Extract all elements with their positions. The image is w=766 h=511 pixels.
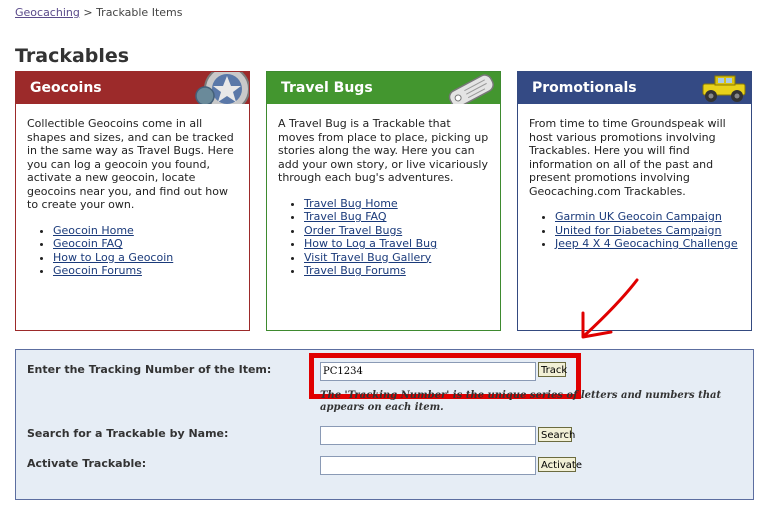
travel-bug-forums-link[interactable]: Travel Bug Forums [304, 264, 406, 277]
list-item: Travel Bug FAQ [304, 210, 489, 224]
list-item: How to Log a Travel Bug [304, 237, 489, 251]
geocoins-links: Geocoin Home Geocoin FAQ How to Log a Ge… [27, 224, 238, 278]
list-item: Visit Travel Bug Gallery [304, 251, 489, 265]
search-button[interactable]: Search [538, 427, 575, 442]
search-trackable-input[interactable] [320, 426, 536, 445]
list-item: Order Travel Bugs [304, 224, 489, 238]
geocoins-panel: Geocoins Collectible Geocoins come in al… [15, 71, 250, 331]
list-item: How to Log a Geocoin [53, 251, 238, 265]
activate-trackable-input[interactable] [320, 456, 536, 475]
tracking-number-label: Enter the Tracking Number of the Item: [27, 363, 272, 376]
list-item: Geocoin Forums [53, 264, 238, 278]
list-item: Travel Bug Forums [304, 264, 489, 278]
geocoins-panel-header: Geocoins [16, 72, 249, 104]
promotionals-panel-header: Promotionals [518, 72, 751, 104]
how-to-log-travel-bug-link[interactable]: How to Log a Travel Bug [304, 237, 437, 250]
tracking-number-hint: The 'Tracking Number' is the unique seri… [320, 390, 722, 413]
travel-bug-tag-icon [448, 74, 494, 104]
page-title: Trackables [15, 45, 130, 67]
red-arrow-icon [581, 278, 639, 339]
list-item: Garmin UK Geocoin Campaign [555, 210, 740, 224]
travel-bugs-description: A Travel Bug is a Trackable that moves f… [278, 117, 489, 184]
promotionals-links: Garmin UK Geocoin Campaign United for Di… [529, 210, 740, 251]
travel-bugs-panel: Travel Bugs A Travel Bug is a Trackable … [266, 71, 501, 331]
geocoin-faq-link[interactable]: Geocoin FAQ [53, 237, 123, 250]
activate-button[interactable]: Activate [538, 457, 582, 472]
travel-bug-home-link[interactable]: Travel Bug Home [304, 197, 398, 210]
geocoin-home-link[interactable]: Geocoin Home [53, 224, 134, 237]
garmin-uk-geocoin-campaign-link[interactable]: Garmin UK Geocoin Campaign [555, 210, 722, 223]
activate-trackable-label: Activate Trackable: [27, 457, 147, 470]
promotionals-description: From time to time Groundspeak will host … [529, 117, 726, 198]
geocoin-medal-icon [195, 72, 249, 104]
order-travel-bugs-link[interactable]: Order Travel Bugs [304, 224, 402, 237]
travel-bugs-title: Travel Bugs [281, 80, 373, 96]
tracking-form: Enter the Tracking Number of the Item: T… [15, 349, 754, 500]
search-trackable-label: Search for a Trackable by Name: [27, 427, 229, 440]
list-item: Jeep 4 X 4 Geocaching Challenge [555, 237, 740, 251]
yellow-jeep-icon [702, 75, 746, 102]
list-item: United for Diabetes Campaign [555, 224, 740, 238]
promotionals-title: Promotionals [532, 80, 637, 96]
travel-bug-faq-link[interactable]: Travel Bug FAQ [304, 210, 387, 223]
list-item: Geocoin Home [53, 224, 238, 238]
track-button[interactable]: Track [538, 362, 567, 377]
visit-travel-bug-gallery-link[interactable]: Visit Travel Bug Gallery [304, 251, 431, 264]
breadcrumb-current: Trackable Items [96, 6, 183, 19]
list-item: Geocoin FAQ [53, 237, 238, 251]
travel-bugs-panel-header: Travel Bugs [267, 72, 500, 104]
united-for-diabetes-campaign-link[interactable]: United for Diabetes Campaign [555, 224, 721, 237]
travel-bugs-links: Travel Bug Home Travel Bug FAQ Order Tra… [278, 197, 489, 278]
jeep-geocaching-challenge-link[interactable]: Jeep 4 X 4 Geocaching Challenge [555, 237, 738, 250]
breadcrumb-separator: > [83, 6, 93, 19]
geocoins-title: Geocoins [30, 80, 102, 96]
geocoin-forums-link[interactable]: Geocoin Forums [53, 264, 142, 277]
breadcrumb: Geocaching > Trackable Items [15, 6, 182, 19]
list-item: Travel Bug Home [304, 197, 489, 211]
tracking-number-input[interactable] [320, 362, 536, 381]
how-to-log-geocoin-link[interactable]: How to Log a Geocoin [53, 251, 173, 264]
geocoins-description: Collectible Geocoins come in all shapes … [27, 117, 234, 211]
breadcrumb-home-link[interactable]: Geocaching [15, 6, 80, 19]
